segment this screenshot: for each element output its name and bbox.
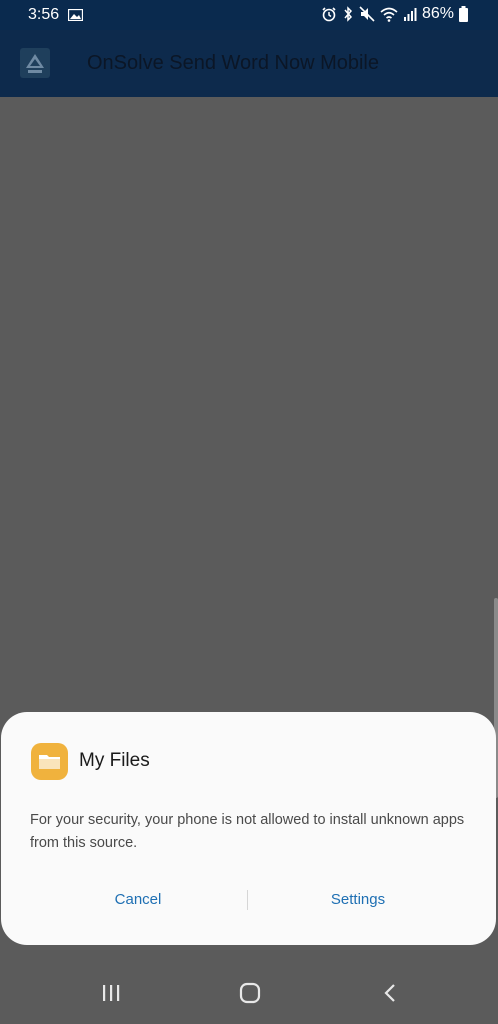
- battery-icon: [459, 6, 468, 22]
- battery-percent: 86%: [421, 5, 454, 22]
- mute-icon: [359, 6, 375, 22]
- navigation-bar: [0, 958, 498, 1024]
- app-bar: OnSolve Send Word Now Mobile: [0, 30, 498, 97]
- signal-icon: [403, 7, 417, 21]
- button-divider: [247, 890, 248, 910]
- home-icon[interactable]: [235, 978, 265, 1008]
- wifi-icon: [380, 7, 398, 22]
- onsolve-logo-icon: [20, 48, 50, 78]
- dialog-title: My Files: [79, 750, 150, 771]
- status-icons: 86%: [321, 5, 468, 23]
- alarm-icon: [321, 6, 337, 22]
- dialog-message: For your security, your phone is not all…: [30, 812, 465, 851]
- cancel-button[interactable]: Cancel: [38, 884, 238, 914]
- status-time: 3:56: [28, 6, 60, 23]
- bluetooth-icon: [342, 6, 354, 22]
- back-icon[interactable]: [375, 978, 405, 1008]
- settings-button[interactable]: Settings: [258, 884, 458, 914]
- folder-icon: [31, 743, 68, 780]
- image-icon: [67, 8, 84, 22]
- install-blocked-dialog: My Files For your security, your phone i…: [1, 712, 496, 945]
- app-title: OnSolve Send Word Now Mobile: [87, 52, 379, 74]
- recents-icon[interactable]: [96, 978, 126, 1008]
- status-bar: 3:56 86%: [0, 0, 498, 30]
